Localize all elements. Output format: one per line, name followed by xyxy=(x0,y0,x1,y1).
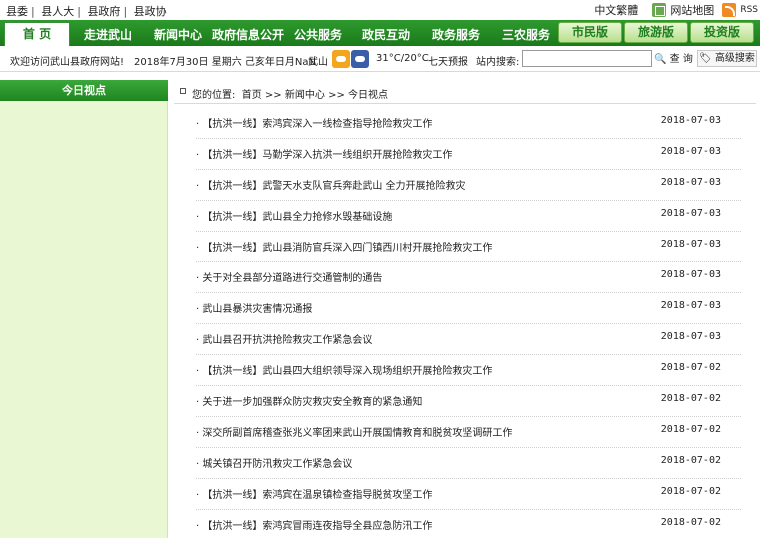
nav-item-gov-info[interactable]: 政府信息公开 xyxy=(212,26,284,43)
news-item: · 【抗洪一线】武山县全力抢修水毁基础设施 2018-07-03 xyxy=(196,201,741,232)
breadcrumb-text: 您的位置: 首页 >> 新闻中心 >> 今日视点 xyxy=(192,86,388,101)
top-link-peoples-congress[interactable]: 县人大 xyxy=(41,5,74,18)
nav-item-about-wushan[interactable]: 走进武山 xyxy=(84,26,132,43)
weather-temp: 31°C/20°C xyxy=(376,53,429,64)
news-list: · 【抗洪一线】索鸿宾深入一线检查指导抢险救灾工作 2018-07-03 · 【抗洪… xyxy=(196,108,741,538)
news-item-title[interactable]: · 【抗洪一线】索鸿宾冒雨连夜指导全县应急防汛工作 xyxy=(196,517,432,532)
nav-item-public-service[interactable]: 公共服务 xyxy=(294,26,342,43)
news-item-date: 2018-07-02 xyxy=(660,516,721,528)
news-item-title[interactable]: · 【抗洪一线】马勤学深入抗洪一线组织开展抢险救灾工作 xyxy=(196,146,452,161)
info-bar: 欢迎访问武山县政府网站! 2018年7月30日 星期六 己亥年日月NaN 武山 … xyxy=(0,46,760,72)
search-label: 站内搜索: xyxy=(476,57,520,68)
breadcrumb-news-center[interactable]: 新闻中心 xyxy=(285,90,325,101)
traditional-chinese-link[interactable]: 中文繁體 xyxy=(594,2,638,18)
sidebar: 今日视点 xyxy=(0,80,168,538)
breadcrumb-home[interactable]: 首页 xyxy=(242,90,262,101)
sitemap-link[interactable]: 网站地图 xyxy=(670,2,714,18)
news-item-title[interactable]: · 武山县暴洪灾害情况通报 xyxy=(196,300,312,315)
main-nav: 首 页 走进武山 新闻中心 政府信息公开 公共服务 政民互动 政务服务 三农服务… xyxy=(0,20,760,46)
news-item: · 【抗洪一线】索鸿宾在温泉镇检查指导脱贫攻坚工作 2018-07-02 xyxy=(196,479,741,510)
news-item-title[interactable]: · 【抗洪一线】索鸿宾深入一线检查指导抢险救灾工作 xyxy=(196,115,432,130)
nav-home[interactable]: 首 页 xyxy=(4,22,70,46)
news-item-date: 2018-07-02 xyxy=(660,454,721,466)
news-item: · 深交所副首席稽查张兆义率团来武山开展国情教育和脱贫攻坚调研工作 2018-07… xyxy=(196,417,741,448)
news-item-date: 2018-07-03 xyxy=(660,207,721,219)
news-item: · 【抗洪一线】武山县四大组织领导深入现场组织开展抢险救灾工作 2018-07-0… xyxy=(196,355,741,387)
advanced-search-label: 高级搜索 xyxy=(714,53,755,64)
breadcrumb-today[interactable]: 今日视点 xyxy=(348,90,388,101)
breadcrumb-label: 您的位置: xyxy=(192,90,236,101)
news-item-title[interactable]: · 【抗洪一线】武山县消防官兵深入四门镇西川村开展抢险救灾工作 xyxy=(196,239,492,254)
search-button-label: 查 询 xyxy=(669,54,693,65)
rss-link[interactable]: RSS xyxy=(740,5,758,15)
breadcrumb-sep: >> xyxy=(328,90,345,101)
news-item-title[interactable]: · 关于对全县部分道路进行交通管制的通告 xyxy=(196,269,382,284)
top-link-cppcc[interactable]: 县政协 xyxy=(134,5,167,18)
nav-item-news-center[interactable]: 新闻中心 xyxy=(154,26,202,43)
news-item: · 武山县召开抗洪抢险救灾工作紧急会议 2018-07-03 xyxy=(196,324,741,356)
news-item-title[interactable]: · 【抗洪一线】武警天水支队官兵奔赴武山 全力开展抢险救灾 xyxy=(196,177,466,192)
tourism-version-button[interactable]: 旅游版 xyxy=(624,22,688,43)
news-item-title[interactable]: · 城关镇召开防汛救灾工作紧急会议 xyxy=(196,455,352,470)
breadcrumb-sep: >> xyxy=(264,90,282,101)
weather-day-icon xyxy=(332,50,350,68)
news-item-date: 2018-07-02 xyxy=(660,423,721,435)
top-links: 县委 | 县人大 | 县政府 | 县政协 xyxy=(6,5,167,18)
news-item-date: 2018-07-03 xyxy=(660,269,721,281)
news-item: · 【抗洪一线】马勤学深入抗洪一线组织开展抢险救灾工作 2018-07-03 xyxy=(196,139,741,170)
advanced-search-button[interactable]: 🏷 高级搜索 xyxy=(697,50,757,67)
news-item-date: 2018-07-03 xyxy=(660,145,721,157)
nav-item-interaction[interactable]: 政民互动 xyxy=(362,26,410,43)
nav-item-agriculture[interactable]: 三农服务 xyxy=(502,26,550,43)
sitemap-icon xyxy=(652,3,667,17)
top-link-county-government[interactable]: 县政府 xyxy=(87,5,120,18)
news-item: · 武山县暴洪灾害情况通报 2018-07-03 xyxy=(196,293,741,325)
news-item-title[interactable]: · 【抗洪一线】武山县全力抢修水毁基础设施 xyxy=(196,208,392,223)
top-bar: 县委 | 县人大 | 县政府 | 县政协 中文繁體 网站地图 RSS xyxy=(0,0,760,20)
news-item-date: 2018-07-03 xyxy=(660,300,721,312)
news-item: · 关于对全县部分道路进行交通管制的通告 2018-07-03 xyxy=(196,262,741,294)
news-item-title[interactable]: · 【抗洪一线】武山县四大组织领导深入现场组织开展抢险救灾工作 xyxy=(196,362,492,377)
news-item-date: 2018-07-02 xyxy=(660,362,721,374)
top-right-links: 中文繁體 网站地图 RSS xyxy=(594,2,758,18)
date-text: 2018年7月30日 星期六 己亥年日月NaN xyxy=(134,57,316,68)
search-button[interactable]: 🔍 查 询 xyxy=(654,50,694,67)
news-item-date: 2018-07-03 xyxy=(660,331,721,343)
breadcrumb-icon xyxy=(180,88,186,94)
rss-icon[interactable] xyxy=(722,3,737,17)
top-link-county-committee[interactable]: 县委 xyxy=(6,5,28,18)
sidebar-title: 今日视点 xyxy=(0,80,168,101)
news-item-title[interactable]: · 深交所副首席稽查张兆义率团来武山开展国情教育和脱贫攻坚调研工作 xyxy=(196,424,512,439)
news-item-date: 2018-07-03 xyxy=(660,115,721,126)
breadcrumb: 您的位置: 首页 >> 新闻中心 >> 今日视点 xyxy=(174,80,756,104)
news-item: · 关于进一步加强群众防灾救灾安全教育的紧急通知 2018-07-02 xyxy=(196,386,741,417)
news-item: · 城关镇召开防汛救灾工作紧急会议 2018-07-02 xyxy=(196,448,741,479)
tag-icon: 🏷 xyxy=(699,53,712,64)
weather-night-icon xyxy=(351,50,369,68)
news-item-title[interactable]: · 武山县召开抗洪抢险救灾工作紧急会议 xyxy=(196,331,372,346)
news-item: · 【抗洪一线】武警天水支队官兵奔赴武山 全力开展抢险救灾 2018-07-03 xyxy=(196,170,741,201)
news-item-date: 2018-07-03 xyxy=(660,176,721,188)
news-item-date: 2018-07-02 xyxy=(660,485,721,497)
news-item: · 【抗洪一线】索鸿宾冒雨连夜指导全县应急防汛工作 2018-07-02 xyxy=(196,510,741,538)
news-item-date: 2018-07-02 xyxy=(660,393,721,405)
forecast-link[interactable]: 七天预报 xyxy=(428,53,468,68)
news-item-date: 2018-07-03 xyxy=(660,238,721,250)
investment-version-button[interactable]: 投资版 xyxy=(690,22,754,43)
welcome-text: 欢迎访问武山县政府网站! xyxy=(10,57,125,68)
news-item: · 【抗洪一线】武山县消防官兵深入四门镇西川村开展抢险救灾工作 2018-07-0… xyxy=(196,232,741,263)
weather-city: 武山 xyxy=(308,57,328,68)
news-item-title[interactable]: · 【抗洪一线】索鸿宾在温泉镇检查指导脱贫攻坚工作 xyxy=(196,486,432,501)
nav-item-gov-service[interactable]: 政务服务 xyxy=(432,26,480,43)
search-input[interactable] xyxy=(522,50,652,67)
citizen-version-button[interactable]: 市民版 xyxy=(558,22,622,43)
search-icon: 🔍 xyxy=(654,54,667,65)
news-item-title[interactable]: · 关于进一步加强群众防灾救灾安全教育的紧急通知 xyxy=(196,393,422,408)
news-item: · 【抗洪一线】索鸿宾深入一线检查指导抢险救灾工作 2018-07-03 xyxy=(196,108,741,139)
